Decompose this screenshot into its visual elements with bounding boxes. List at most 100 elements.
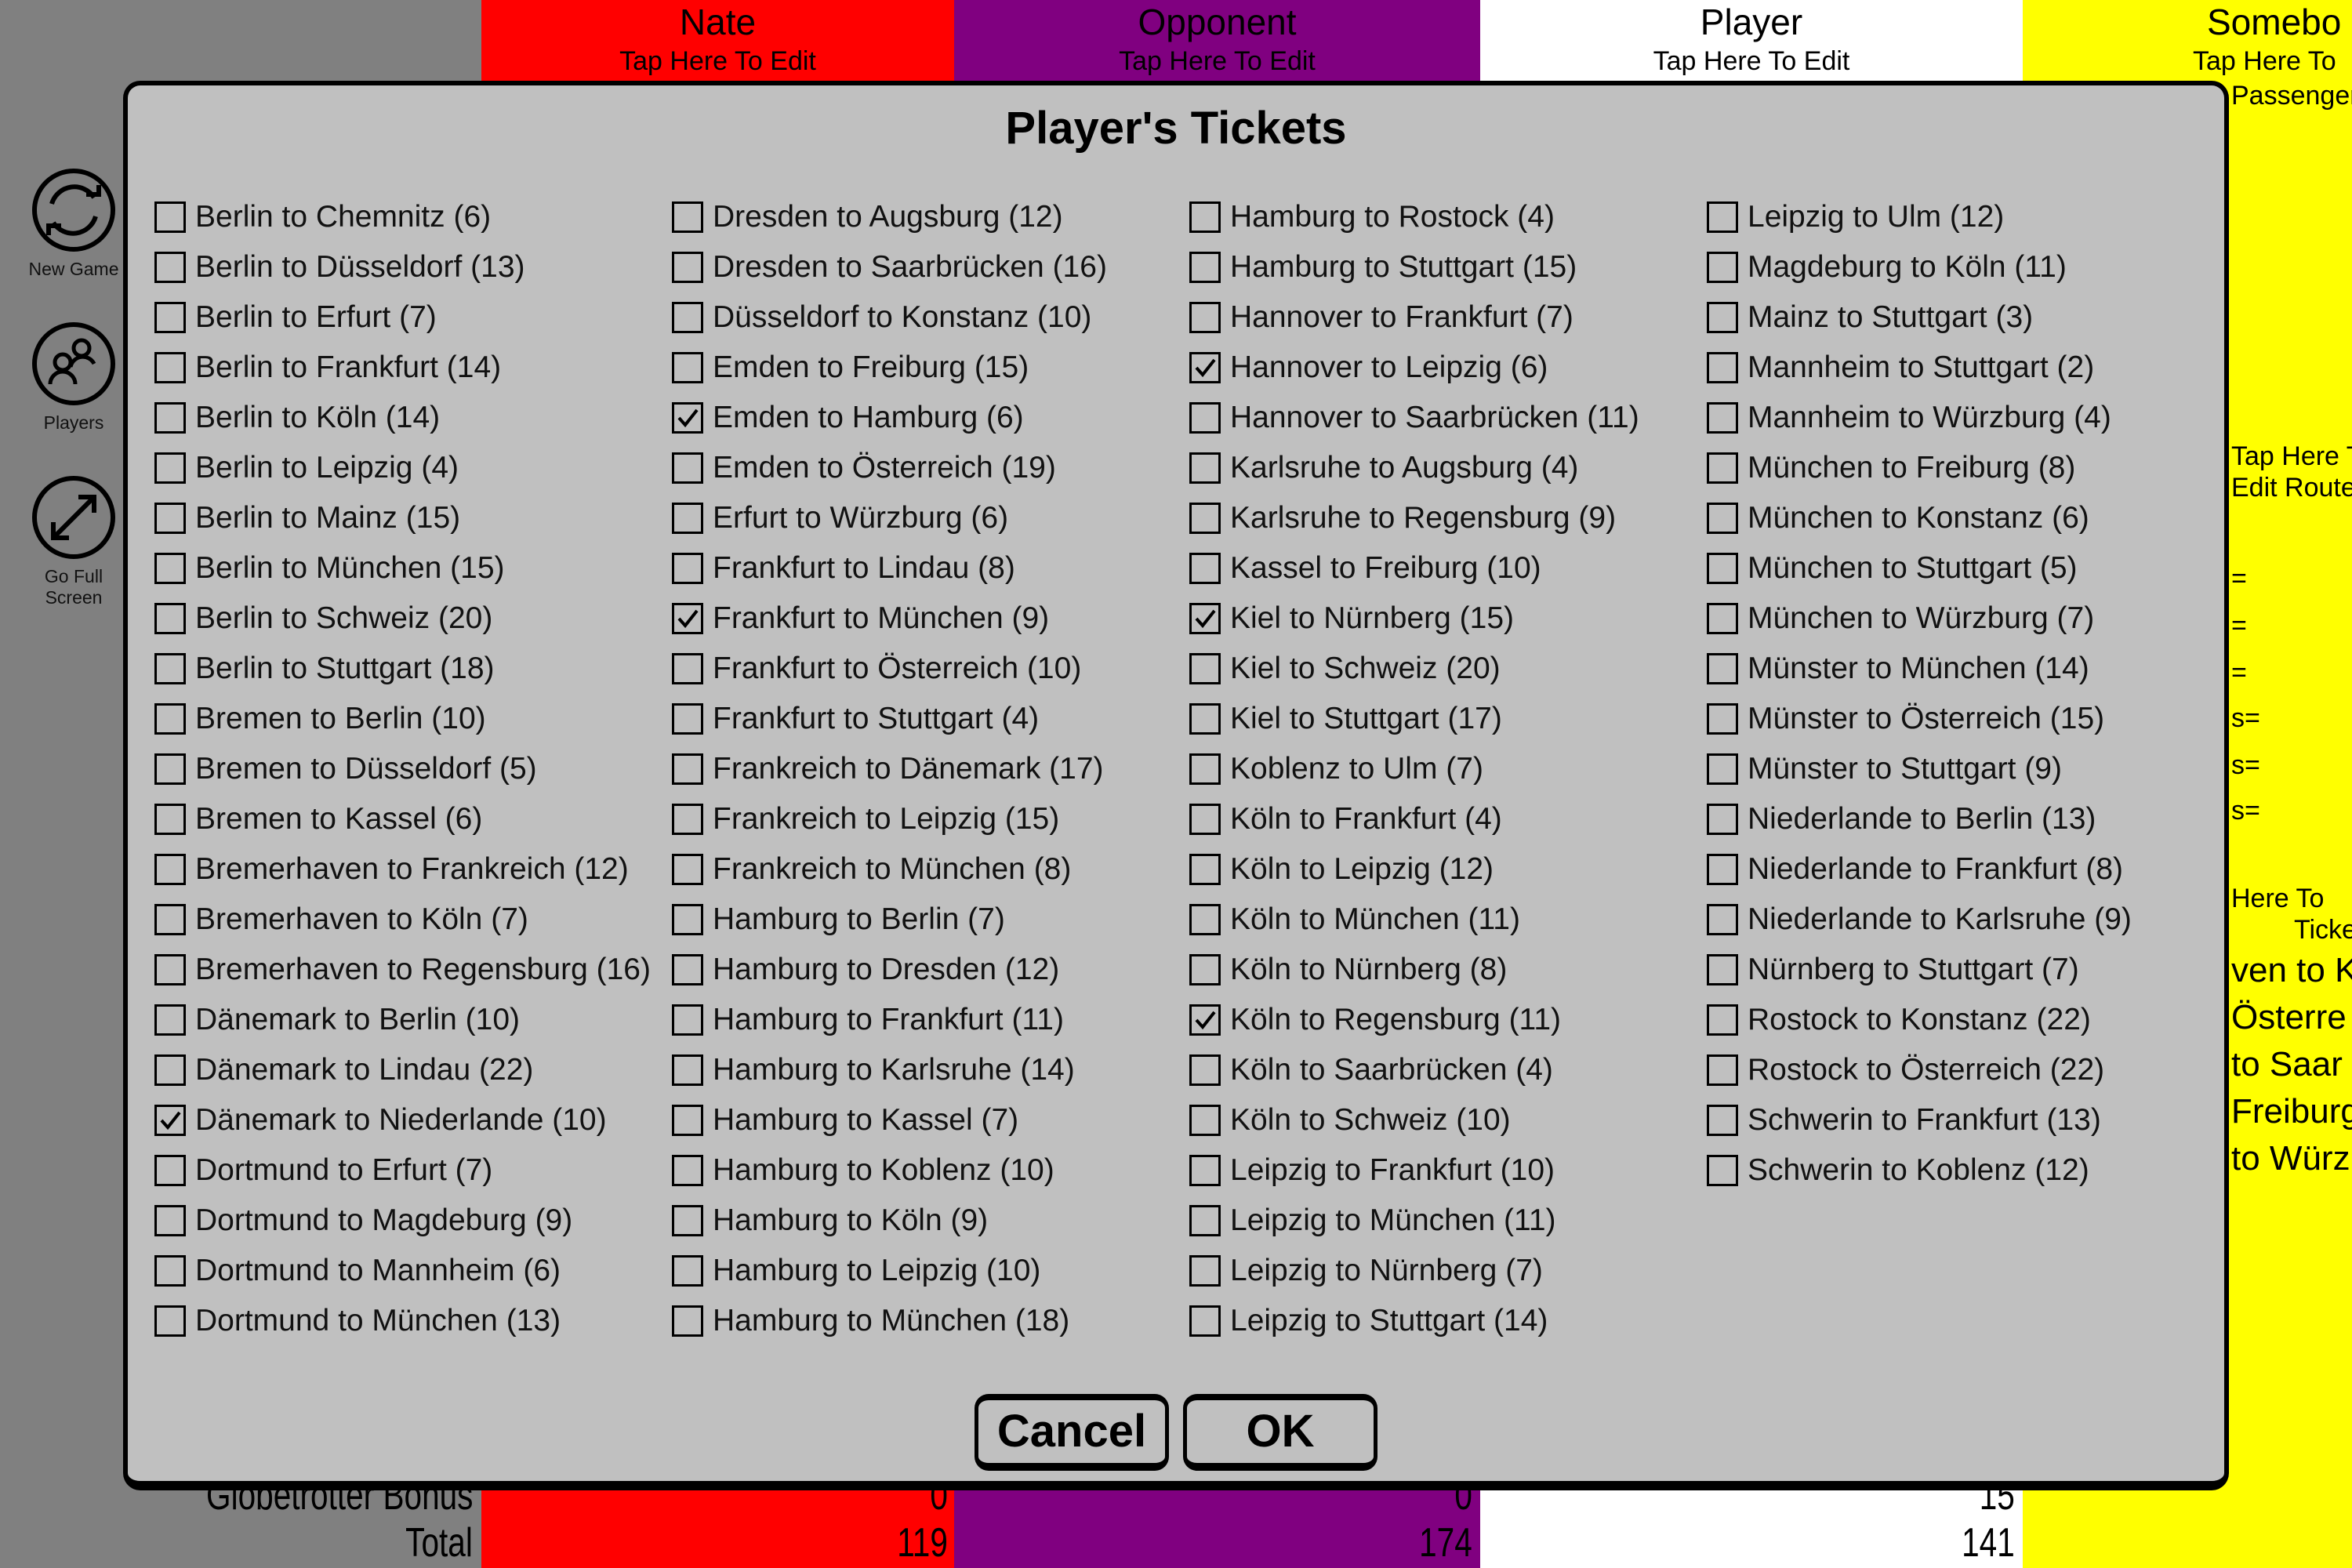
- ticket-item[interactable]: Frankfurt to Österreich (10): [672, 645, 1081, 692]
- yellow-column-text[interactable]: Tickets: [2294, 914, 2352, 946]
- ticket-item[interactable]: Kiel to Schweiz (20): [1189, 645, 1501, 692]
- checkbox[interactable]: [154, 954, 186, 985]
- checkbox[interactable]: [1707, 904, 1738, 935]
- ticket-item[interactable]: Kiel to Nürnberg (15): [1189, 595, 1514, 642]
- ticket-item[interactable]: Dortmund to München (13): [154, 1298, 561, 1345]
- ticket-item[interactable]: Karlsruhe to Augsburg (4): [1189, 445, 1578, 492]
- ticket-item[interactable]: Emden to Österreich (19): [672, 445, 1056, 492]
- checkbox[interactable]: [672, 201, 703, 233]
- checkbox-checked[interactable]: [672, 402, 703, 434]
- ticket-item[interactable]: Berlin to Chemnitz (6): [154, 194, 491, 241]
- yellow-column-text[interactable]: Österre: [2231, 997, 2347, 1038]
- checkbox[interactable]: [1707, 1155, 1738, 1186]
- ticket-item[interactable]: Hamburg to München (18): [672, 1298, 1069, 1345]
- yellow-column-text[interactable]: =: [2231, 657, 2247, 688]
- checkbox[interactable]: [672, 1305, 703, 1337]
- checkbox[interactable]: [1189, 854, 1221, 885]
- checkbox[interactable]: [154, 1004, 186, 1036]
- checkbox-checked[interactable]: [672, 603, 703, 634]
- yellow-column-text[interactable]: Passenger: [2231, 80, 2352, 111]
- checkbox[interactable]: [1707, 1054, 1738, 1086]
- checkbox[interactable]: [154, 804, 186, 835]
- ticket-item[interactable]: Berlin to Frankfurt (14): [154, 344, 501, 391]
- checkbox[interactable]: [1189, 252, 1221, 283]
- checkbox[interactable]: [1189, 553, 1221, 584]
- ticket-item[interactable]: Berlin to Düsseldorf (13): [154, 244, 525, 291]
- ticket-item[interactable]: Hamburg to Rostock (4): [1189, 194, 1555, 241]
- checkbox[interactable]: [154, 703, 186, 735]
- ticket-item[interactable]: Hannover to Leipzig (6): [1189, 344, 1548, 391]
- checkbox[interactable]: [672, 804, 703, 835]
- checkbox[interactable]: [154, 1054, 186, 1086]
- ticket-item[interactable]: Bremerhaven to Köln (7): [154, 896, 528, 943]
- ticket-item[interactable]: Niederlande to Berlin (13): [1707, 796, 2096, 843]
- ticket-item[interactable]: Berlin to Leipzig (4): [154, 445, 459, 492]
- ticket-item[interactable]: Karlsruhe to Regensburg (9): [1189, 495, 1616, 542]
- ticket-item[interactable]: Emden to Freiburg (15): [672, 344, 1029, 391]
- ticket-item[interactable]: Berlin to Schweiz (20): [154, 595, 492, 642]
- edit-player-link[interactable]: Tap Here To: [2193, 45, 2352, 77]
- checkbox[interactable]: [1707, 603, 1738, 634]
- checkbox[interactable]: [154, 302, 186, 333]
- ticket-item[interactable]: Köln to Regensburg (11): [1189, 996, 1561, 1044]
- edit-player-link[interactable]: Tap Here To Edit: [481, 45, 954, 77]
- ticket-item[interactable]: Rostock to Konstanz (22): [1707, 996, 2091, 1044]
- checkbox[interactable]: [1707, 954, 1738, 985]
- ticket-item[interactable]: Köln to Saarbrücken (4): [1189, 1047, 1553, 1094]
- yellow-column-text[interactable]: s=: [2231, 702, 2260, 734]
- checkbox[interactable]: [1189, 703, 1221, 735]
- checkbox[interactable]: [672, 1205, 703, 1236]
- checkbox[interactable]: [1707, 804, 1738, 835]
- ticket-item[interactable]: Berlin to Mainz (15): [154, 495, 460, 542]
- yellow-column-text[interactable]: =: [2231, 610, 2247, 641]
- ticket-item[interactable]: Leipzig to Ulm (12): [1707, 194, 2004, 241]
- checkbox[interactable]: [154, 1305, 186, 1337]
- checkbox[interactable]: [1189, 503, 1221, 534]
- ticket-item[interactable]: Dortmund to Magdeburg (9): [154, 1197, 572, 1244]
- checkbox[interactable]: [1189, 904, 1221, 935]
- checkbox[interactable]: [1189, 804, 1221, 835]
- ticket-item[interactable]: Köln to Leipzig (12): [1189, 846, 1494, 893]
- ticket-item[interactable]: Mainz to Stuttgart (3): [1707, 294, 2033, 341]
- ticket-item[interactable]: Dänemark to Berlin (10): [154, 996, 520, 1044]
- ticket-item[interactable]: Hamburg to Koblenz (10): [672, 1147, 1054, 1194]
- player-name[interactable]: Nate: [481, 0, 954, 44]
- ticket-item[interactable]: Frankreich to Leipzig (15): [672, 796, 1059, 843]
- checkbox-checked[interactable]: [154, 1105, 186, 1136]
- player-name[interactable]: Opponent: [954, 0, 1480, 44]
- checkbox[interactable]: [1707, 201, 1738, 233]
- ticket-item[interactable]: Münster to Österreich (15): [1707, 695, 2104, 742]
- checkbox[interactable]: [1189, 1255, 1221, 1287]
- checkbox[interactable]: [154, 753, 186, 785]
- ticket-item[interactable]: Dresden to Saarbrücken (16): [672, 244, 1107, 291]
- ticket-item[interactable]: Nürnberg to Stuttgart (7): [1707, 946, 2079, 993]
- ticket-item[interactable]: Bremen to Berlin (10): [154, 695, 486, 742]
- ticket-item[interactable]: Hannover to Saarbrücken (11): [1189, 394, 1639, 441]
- checkbox[interactable]: [154, 854, 186, 885]
- ticket-item[interactable]: Düsseldorf to Konstanz (10): [672, 294, 1091, 341]
- cancel-button[interactable]: Cancel: [975, 1394, 1169, 1471]
- yellow-column-text[interactable]: Tap Here T: [2231, 441, 2352, 472]
- ticket-item[interactable]: Berlin to Stuttgart (18): [154, 645, 495, 692]
- checkbox[interactable]: [1189, 1305, 1221, 1337]
- checkbox[interactable]: [1189, 452, 1221, 484]
- checkbox[interactable]: [154, 252, 186, 283]
- checkbox[interactable]: [672, 954, 703, 985]
- ticket-item[interactable]: Berlin to Erfurt (7): [154, 294, 437, 341]
- checkbox[interactable]: [1707, 302, 1738, 333]
- ticket-item[interactable]: Hamburg to Karlsruhe (14): [672, 1047, 1075, 1094]
- ticket-item[interactable]: Schwerin to Koblenz (12): [1707, 1147, 2089, 1194]
- ticket-item[interactable]: Köln to Schweiz (10): [1189, 1097, 1511, 1144]
- checkbox[interactable]: [1189, 753, 1221, 785]
- checkbox[interactable]: [1189, 653, 1221, 684]
- checkbox[interactable]: [1707, 252, 1738, 283]
- checkbox[interactable]: [1707, 503, 1738, 534]
- checkbox[interactable]: [1707, 703, 1738, 735]
- ok-button[interactable]: OK: [1183, 1394, 1377, 1471]
- checkbox[interactable]: [1707, 1004, 1738, 1036]
- checkbox[interactable]: [672, 753, 703, 785]
- ticket-item[interactable]: Köln to Frankfurt (4): [1189, 796, 1502, 843]
- ticket-item[interactable]: Bremen to Kassel (6): [154, 796, 482, 843]
- ticket-item[interactable]: Köln to Nürnberg (8): [1189, 946, 1507, 993]
- ticket-item[interactable]: München to Stuttgart (5): [1707, 545, 2078, 592]
